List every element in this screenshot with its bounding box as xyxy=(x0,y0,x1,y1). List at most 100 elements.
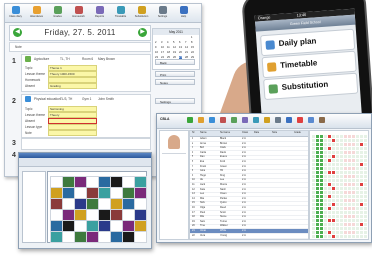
grid-cell[interactable] xyxy=(320,159,323,162)
grid-cell[interactable] xyxy=(340,223,343,226)
grid-cell[interactable] xyxy=(312,179,315,182)
grid-cell[interactable] xyxy=(364,163,367,166)
toolbar-button[interactable]: Attendance xyxy=(28,5,45,21)
grid-cell[interactable] xyxy=(352,143,355,146)
grid-cell[interactable] xyxy=(312,215,315,218)
grid-cell[interactable] xyxy=(312,139,315,142)
grid-cell[interactable] xyxy=(320,203,323,206)
grid-cell[interactable] xyxy=(340,183,343,186)
grid-cell[interactable] xyxy=(356,143,359,146)
grid-cell[interactable] xyxy=(348,175,351,178)
grid-cell[interactable] xyxy=(312,167,315,170)
grid-cell[interactable] xyxy=(336,179,339,182)
grid-cell[interactable] xyxy=(324,147,327,150)
grid-cell[interactable] xyxy=(320,151,323,154)
settings-button[interactable]: Settings xyxy=(155,98,195,104)
grid-cell[interactable] xyxy=(340,195,343,198)
grid-cell[interactable] xyxy=(360,231,363,234)
grid-cell[interactable] xyxy=(336,163,339,166)
grid-cell[interactable] xyxy=(312,227,315,230)
grid-cell[interactable] xyxy=(312,231,315,234)
grid-cell[interactable] xyxy=(316,171,319,174)
grid-cell[interactable] xyxy=(356,179,359,182)
toolbar-icon[interactable] xyxy=(209,117,215,123)
toolbar-icon[interactable] xyxy=(253,117,259,123)
grid-cell[interactable] xyxy=(348,183,351,186)
grid-cell[interactable] xyxy=(336,171,339,174)
grid-cell[interactable] xyxy=(364,139,367,142)
grid-cell[interactable] xyxy=(356,215,359,218)
grid-cell[interactable] xyxy=(340,203,343,206)
column-header[interactable]: Nr xyxy=(192,131,195,135)
grid-cell[interactable] xyxy=(320,199,323,202)
grid-cell[interactable] xyxy=(316,139,319,142)
grid-cell[interactable] xyxy=(356,231,359,234)
grid-cell[interactable] xyxy=(328,171,331,174)
grid-cell[interactable] xyxy=(328,199,331,202)
grid-cell[interactable] xyxy=(316,187,319,190)
column-header[interactable]: Surname xyxy=(220,131,230,135)
grid-cell[interactable] xyxy=(328,167,331,170)
grid-cell[interactable] xyxy=(336,167,339,170)
grid-cell[interactable] xyxy=(352,147,355,150)
grid-cell[interactable] xyxy=(364,203,367,206)
grid-cell[interactable] xyxy=(364,219,367,222)
grid-cell[interactable] xyxy=(332,207,335,210)
toolbar-icon[interactable] xyxy=(231,117,237,123)
toolbar-icon[interactable] xyxy=(286,117,292,123)
grid-cell[interactable] xyxy=(340,147,343,150)
grid-cell[interactable] xyxy=(352,167,355,170)
grid-cell[interactable] xyxy=(356,207,359,210)
grid-cell[interactable] xyxy=(344,179,347,182)
grid-cell[interactable] xyxy=(332,231,335,234)
grid-cell[interactable] xyxy=(336,227,339,230)
grid-cell[interactable] xyxy=(328,139,331,142)
grid-cell[interactable] xyxy=(348,223,351,226)
grid-cell[interactable] xyxy=(352,183,355,186)
grid-cell[interactable] xyxy=(328,231,331,234)
grid-cell[interactable] xyxy=(344,135,347,138)
grid-cell[interactable] xyxy=(328,155,331,158)
grid-cell[interactable] xyxy=(316,175,319,178)
grid-cell[interactable] xyxy=(324,219,327,222)
grid-cell[interactable] xyxy=(336,139,339,142)
grid-cell[interactable] xyxy=(324,159,327,162)
grid-cell[interactable] xyxy=(320,235,323,238)
grid-cell[interactable] xyxy=(356,227,359,230)
grid-cell[interactable] xyxy=(320,167,323,170)
grid-cell[interactable] xyxy=(340,211,343,214)
grid-cell[interactable] xyxy=(332,211,335,214)
grid-cell[interactable] xyxy=(356,135,359,138)
grid-cell[interactable] xyxy=(344,151,347,154)
grid-cell[interactable] xyxy=(328,187,331,190)
grid-cell[interactable] xyxy=(356,183,359,186)
grid-cell[interactable] xyxy=(324,135,327,138)
grid-cell[interactable] xyxy=(332,215,335,218)
grid-cell[interactable] xyxy=(316,183,319,186)
grid-cell[interactable] xyxy=(340,159,343,162)
grid-cell[interactable] xyxy=(364,191,367,194)
grid-cell[interactable] xyxy=(364,155,367,158)
grid-cell[interactable] xyxy=(364,143,367,146)
column-header[interactable]: Date xyxy=(254,131,259,135)
grid-cell[interactable] xyxy=(348,179,351,182)
grid-cell[interactable] xyxy=(344,147,347,150)
grid-cell[interactable] xyxy=(352,155,355,158)
grid-cell[interactable] xyxy=(340,155,343,158)
grid-cell[interactable] xyxy=(312,203,315,206)
grid-cell[interactable] xyxy=(316,227,319,230)
grid-cell[interactable] xyxy=(344,187,347,190)
grid-cell[interactable] xyxy=(336,147,339,150)
grid-cell[interactable] xyxy=(344,167,347,170)
grid-cell[interactable] xyxy=(344,163,347,166)
grid-cell[interactable] xyxy=(348,199,351,202)
grid-cell[interactable] xyxy=(332,139,335,142)
grid-cell[interactable] xyxy=(320,195,323,198)
grid-cell[interactable] xyxy=(328,211,331,214)
grid-cell[interactable] xyxy=(340,143,343,146)
grid-cell[interactable] xyxy=(364,167,367,170)
grid-cell[interactable] xyxy=(364,151,367,154)
grid-cell[interactable] xyxy=(316,135,319,138)
grid-cell[interactable] xyxy=(364,187,367,190)
grid-cell[interactable] xyxy=(364,183,367,186)
